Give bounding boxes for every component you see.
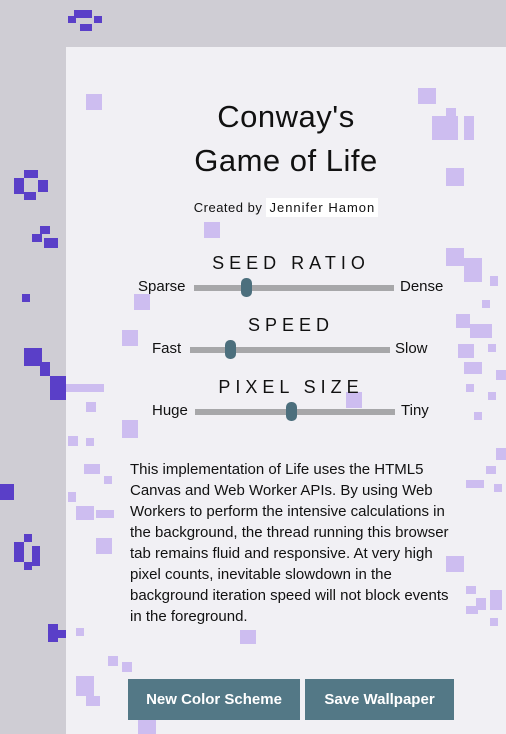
pixel-size-title: PIXEL SIZE xyxy=(218,377,364,397)
life-cell xyxy=(48,624,58,642)
seed-ratio-max-label: Dense xyxy=(400,278,444,295)
life-cell xyxy=(24,562,32,570)
page-title: Conway's Game of Life xyxy=(66,95,506,183)
save-wallpaper-button[interactable]: Save Wallpaper xyxy=(305,679,454,720)
pixel-size-max-label: Tiny xyxy=(401,402,429,419)
life-cell xyxy=(50,376,66,400)
speed-title: SPEED xyxy=(247,315,335,335)
life-cell xyxy=(0,484,14,500)
life-cell xyxy=(24,170,38,178)
life-cell xyxy=(38,180,48,192)
life-cell xyxy=(14,542,24,562)
author-name: Jennifer Hamon xyxy=(266,198,379,217)
life-cell xyxy=(58,630,66,638)
pixel-size-slider[interactable] xyxy=(195,402,395,421)
life-cell xyxy=(24,534,32,542)
control-panel: Conway's Game of Life Created by Jennife… xyxy=(66,47,506,734)
life-cell xyxy=(40,362,50,376)
pixel-size-slider-thumb[interactable] xyxy=(286,402,297,421)
life-cell xyxy=(40,226,50,234)
life-cell xyxy=(32,546,40,566)
life-cell xyxy=(68,16,76,23)
life-cell xyxy=(22,294,30,302)
seed-ratio-slider-thumb[interactable] xyxy=(241,278,252,297)
seed-ratio-slider[interactable] xyxy=(194,278,394,297)
speed-slider-thumb[interactable] xyxy=(225,340,236,359)
life-cell xyxy=(74,10,92,18)
speed-min-label: Fast xyxy=(152,340,182,357)
pixel-size-min-label: Huge xyxy=(152,402,188,419)
title-line-2: Game of Life xyxy=(194,143,378,178)
life-cell xyxy=(44,238,58,248)
life-cell xyxy=(80,24,92,31)
speed-max-label: Slow xyxy=(395,340,428,357)
life-cell xyxy=(32,234,42,242)
life-cell xyxy=(24,192,36,200)
seed-ratio-title: SEED RATIO xyxy=(212,253,370,273)
new-color-scheme-button[interactable]: New Color Scheme xyxy=(128,679,300,720)
title-line-1: Conway's xyxy=(217,99,355,134)
credit-line: Created by Jennifer Hamon xyxy=(66,198,506,217)
speed-slider[interactable] xyxy=(190,340,390,359)
description-text: This implementation of Life uses the HTM… xyxy=(130,461,449,625)
credit-prefix: Created by xyxy=(193,200,263,215)
life-cell xyxy=(94,16,102,23)
life-cell xyxy=(14,178,24,194)
seed-ratio-min-label: Sparse xyxy=(138,278,186,295)
